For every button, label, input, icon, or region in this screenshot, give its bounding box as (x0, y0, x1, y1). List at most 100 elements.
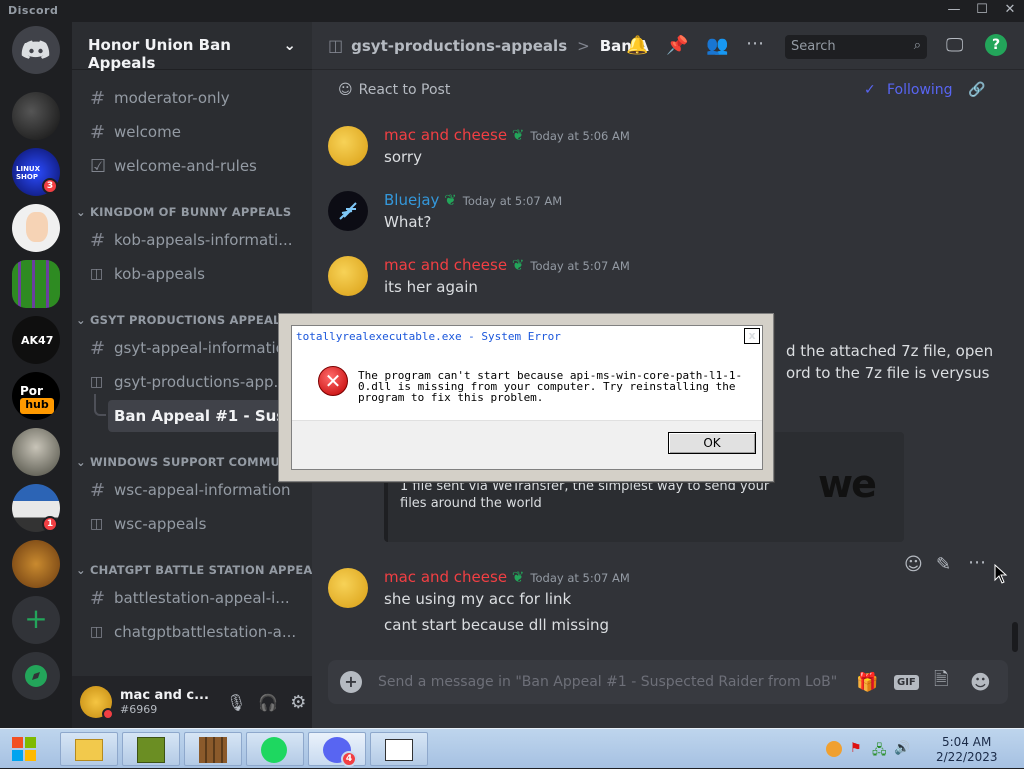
taskbar-app-green[interactable] (122, 732, 180, 766)
taskbar-discord[interactable]: 4 (308, 732, 366, 767)
server-header[interactable]: Honor Union Ban Appeals ⌄ (72, 22, 312, 72)
minimize-button[interactable]: — (940, 2, 968, 20)
channel-battlestation-appeal-info[interactable]: # battlestation-appeal-i... (80, 582, 304, 614)
server-icon-ak47[interactable]: AK47 (12, 316, 60, 364)
channel-gsyt-productions-appeals[interactable]: ◫ gsyt-productions-app... (80, 366, 304, 398)
category-chatgpt-battle-station[interactable]: ⌄ CHATGPT BATTLE STATION APPEALS (76, 563, 328, 577)
dialog-close-button[interactable]: x (744, 328, 760, 344)
sticker-icon[interactable]: 🗎 (934, 667, 948, 697)
headphones-icon[interactable]: 🎧 (258, 693, 278, 712)
add-reaction-icon[interactable]: ☺ (904, 554, 923, 575)
channel-wsc-appeals[interactable]: ◫ wsc-appeals (80, 508, 304, 540)
more-options-icon[interactable]: ⋯ (968, 552, 986, 573)
search-input[interactable]: Search ⌕ (785, 35, 927, 59)
folder-icon (75, 739, 103, 761)
forum-icon: ◫ (90, 374, 104, 390)
channel-kob-appeals[interactable]: ◫ kob-appeals (80, 258, 304, 290)
add-server-button[interactable]: + (12, 596, 60, 644)
forum-icon: ◫ (90, 516, 104, 532)
dialog-footer: OK (292, 420, 762, 469)
server-icon-stripes[interactable] (12, 260, 60, 308)
flag-icon[interactable]: ⚑ (850, 741, 862, 756)
author-name[interactable]: Bluejay (384, 191, 439, 209)
avatar[interactable] (328, 126, 368, 166)
taskbar-spotify[interactable] (246, 732, 304, 766)
dialog-body: totallyrealexecutable.exe - System Error… (291, 325, 763, 470)
avatar[interactable] (80, 686, 114, 720)
channel-kob-appeals-information[interactable]: # kob-appeals-informati... (80, 224, 304, 256)
channel-sidebar: Honor Union Ban Appeals ⌄ # moderator-onl… (72, 22, 328, 728)
volume-icon[interactable]: 🔊 (894, 741, 910, 756)
message-text: What? (384, 213, 432, 231)
channel-chatgptbattlestation[interactable]: ◫ chatgptbattlestation-a... (80, 616, 304, 648)
channel-label: moderator-only (114, 89, 230, 107)
category-windows-support[interactable]: ⌄ WINDOWS SUPPORT COMMUNITY (76, 455, 311, 469)
members-icon[interactable]: 👥 (706, 35, 728, 56)
channel-label: kob-appeals-informati... (114, 231, 293, 249)
channel-wsc-appeal-information[interactable]: # wsc-appeal-information (80, 474, 304, 506)
gift-icon[interactable]: 🎁 (856, 672, 878, 693)
category-gsyt-productions[interactable]: ⌄ GSYT PRODUCTIONS APPEALS (76, 313, 289, 327)
author-name[interactable]: mac and cheese (384, 568, 507, 586)
channel-label: gsyt-appeal-information (114, 339, 295, 357)
ok-button[interactable]: OK (668, 432, 756, 454)
taskbar-app-window[interactable] (370, 732, 428, 766)
channel-moderator-only[interactable]: # moderator-only (80, 82, 304, 114)
dialog-title: totallyrealexecutable.exe - System Error (296, 330, 561, 343)
start-button[interactable] (6, 733, 42, 765)
avatar[interactable] (328, 191, 368, 231)
clock-date[interactable]: 2/22/2023 (936, 750, 998, 764)
emoji-icon[interactable]: ☻ (970, 670, 991, 694)
breadcrumb-parent[interactable]: gsyt-productions-appeals (351, 37, 567, 55)
inbox-icon[interactable]: 🖵 (946, 35, 963, 56)
more-options-icon[interactable]: ⋯ (746, 33, 764, 54)
server-icon-burger[interactable] (12, 540, 60, 588)
close-window-button[interactable]: ✕ (996, 2, 1024, 20)
gear-icon[interactable]: ⚙ (290, 692, 306, 713)
explore-servers-button[interactable] (12, 652, 60, 700)
category-label: GSYT PRODUCTIONS APPEALS (90, 313, 290, 327)
thread-ban-appeal-1[interactable]: Ban Appeal #1 - Suspect (108, 400, 304, 432)
discord-home-button[interactable] (12, 26, 60, 74)
upload-plus-icon[interactable]: + (340, 671, 362, 693)
pin-icon[interactable]: 📌 (666, 35, 688, 56)
crafting-table-icon (199, 737, 227, 763)
network-icon[interactable]: 🖧 (872, 741, 887, 763)
hub-logo: Por (20, 384, 43, 398)
edit-icon[interactable]: ✎ (936, 554, 951, 575)
thread-label: Ban Appeal #1 - Suspect (114, 407, 304, 425)
scrollbar-thumb[interactable] (1012, 622, 1018, 652)
server-icon-peter[interactable] (12, 204, 60, 252)
gif-button[interactable]: GIF (894, 674, 919, 690)
help-icon[interactable]: ? (985, 34, 1007, 56)
message-timestamp: Today at 5:06 AM (530, 129, 630, 143)
window-icon (385, 739, 413, 761)
taskbar-app-crafting[interactable] (184, 732, 242, 766)
clock-time[interactable]: 5:04 AM (942, 735, 991, 749)
server-icon-hub[interactable]: Por hub (12, 372, 60, 420)
server-icon-dark[interactable] (12, 92, 60, 140)
tray-arrow-icon[interactable] (826, 741, 842, 757)
channel-welcome[interactable]: # welcome (80, 116, 304, 148)
channel-gsyt-appeal-information[interactable]: # gsyt-appeal-information (80, 332, 304, 364)
author-name[interactable]: mac and cheese (384, 256, 507, 274)
hash-icon: # (90, 587, 106, 609)
channel-welcome-and-rules[interactable]: ☑ welcome-and-rules (80, 150, 304, 182)
link-icon[interactable]: 🔗 (968, 82, 985, 98)
message-input[interactable]: Send a message in "Ban Appeal #1 - Suspe… (378, 674, 837, 690)
microphone-icon[interactable]: 🎙 (226, 693, 246, 712)
taskbar-file-explorer[interactable] (60, 732, 118, 766)
spotify-icon (261, 737, 287, 763)
react-to-post-button[interactable]: React to Post (359, 82, 451, 98)
maximize-button[interactable]: ☐ (968, 2, 996, 20)
reaction-icon: ☺ (338, 82, 353, 98)
server-icon-soldier[interactable] (12, 428, 60, 476)
channel-label: welcome (114, 123, 181, 141)
avatar[interactable] (328, 568, 368, 608)
category-kingdom-of-bunny[interactable]: ⌄ KINGDOM OF BUNNY APPEALS (76, 205, 291, 219)
wetransfer-logo: we (818, 462, 877, 506)
author-name[interactable]: mac and cheese (384, 126, 507, 144)
avatar[interactable] (328, 256, 368, 296)
bell-icon[interactable]: 🔔 (626, 35, 648, 56)
following-button[interactable]: Following (887, 82, 953, 98)
